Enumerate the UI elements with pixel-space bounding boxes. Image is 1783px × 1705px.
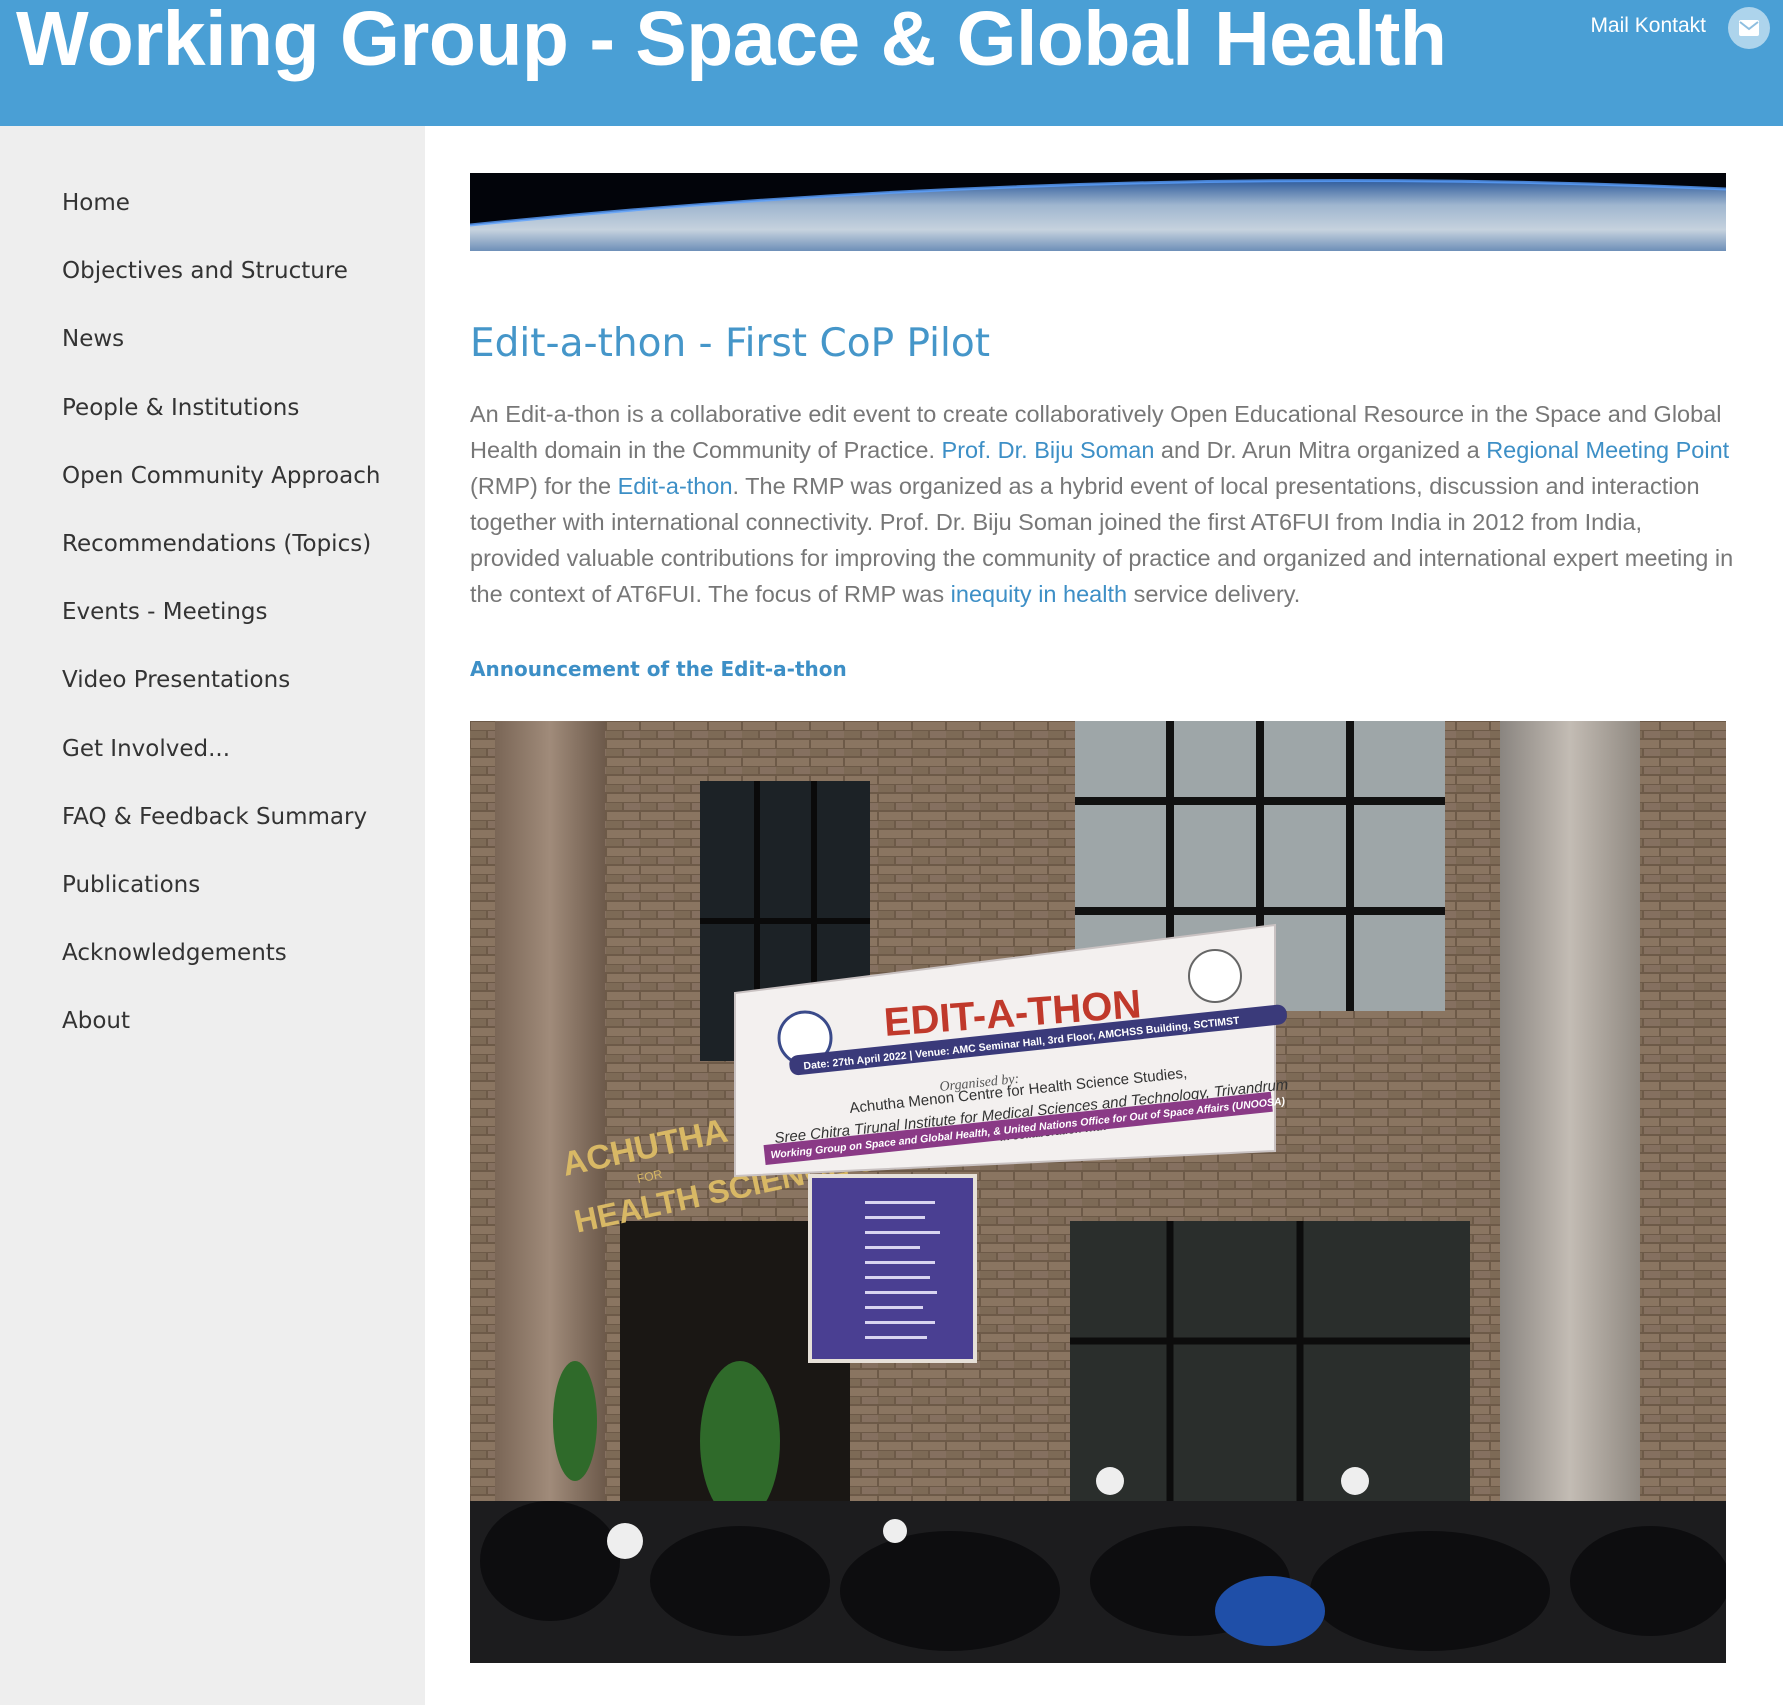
sidebar-nav: Home Objectives and Structure News Peopl…: [62, 188, 380, 1074]
biju-soman-link[interactable]: Prof. Dr. Biju Soman: [942, 437, 1155, 463]
envelope-icon: [1739, 20, 1759, 36]
sidebar-item-recommendations[interactable]: Recommendations (Topics): [62, 529, 380, 597]
sidebar-item-news[interactable]: News: [62, 324, 380, 392]
mail-contact-link[interactable]: Mail Kontakt: [1590, 14, 1706, 38]
sidebar-item-faq[interactable]: FAQ & Feedback Summary: [62, 802, 380, 870]
sidebar-item-people[interactable]: People & Institutions: [62, 393, 380, 461]
edit-a-thon-photo[interactable]: ACHUTHA MENON CENTRE FOR HEALTH SCIENCE …: [470, 721, 1726, 1663]
page-title: Edit-a-thon - First CoP Pilot: [470, 321, 990, 366]
earth-banner-image: [470, 173, 1726, 251]
site-title[interactable]: Working Group - Space & Global Health: [16, 0, 1447, 84]
intro-paragraph: An Edit-a-thon is a collaborative edit e…: [470, 396, 1735, 612]
earth-horizon: [470, 173, 1726, 251]
inequity-in-health-link[interactable]: inequity in health: [951, 581, 1127, 607]
sidebar-item-objectives[interactable]: Objectives and Structure: [62, 256, 380, 324]
sidebar-item-about[interactable]: About: [62, 1006, 380, 1074]
sidebar-item-home[interactable]: Home: [62, 188, 380, 256]
main-content: Edit-a-thon - First CoP Pilot An Edit-a-…: [425, 126, 1783, 1705]
sidebar-item-events[interactable]: Events - Meetings: [62, 597, 380, 665]
sidebar: Home Objectives and Structure News Peopl…: [0, 126, 425, 1705]
mail-icon[interactable]: [1728, 7, 1770, 49]
sidebar-item-publications[interactable]: Publications: [62, 870, 380, 938]
site-header: Working Group - Space & Global Health Ma…: [0, 0, 1783, 126]
regional-meeting-point-link[interactable]: Regional Meeting Point: [1486, 437, 1729, 463]
sidebar-item-videos[interactable]: Video Presentations: [62, 665, 380, 733]
sidebar-item-get-involved[interactable]: Get Involved...: [62, 734, 380, 802]
intro-text: and Dr. Arun Mitra organized a: [1154, 437, 1487, 463]
photo-illustration: ACHUTHA MENON CENTRE FOR HEALTH SCIENCE …: [470, 721, 1726, 1663]
announcement-link[interactable]: Announcement of the Edit-a-thon: [470, 657, 847, 681]
sidebar-item-acknowledgements[interactable]: Acknowledgements: [62, 938, 380, 1006]
sidebar-item-open-community[interactable]: Open Community Approach: [62, 461, 380, 529]
intro-text: (RMP) for the: [470, 473, 618, 499]
intro-text: service delivery.: [1127, 581, 1301, 607]
edit-a-thon-link[interactable]: Edit-a-thon: [618, 473, 733, 499]
